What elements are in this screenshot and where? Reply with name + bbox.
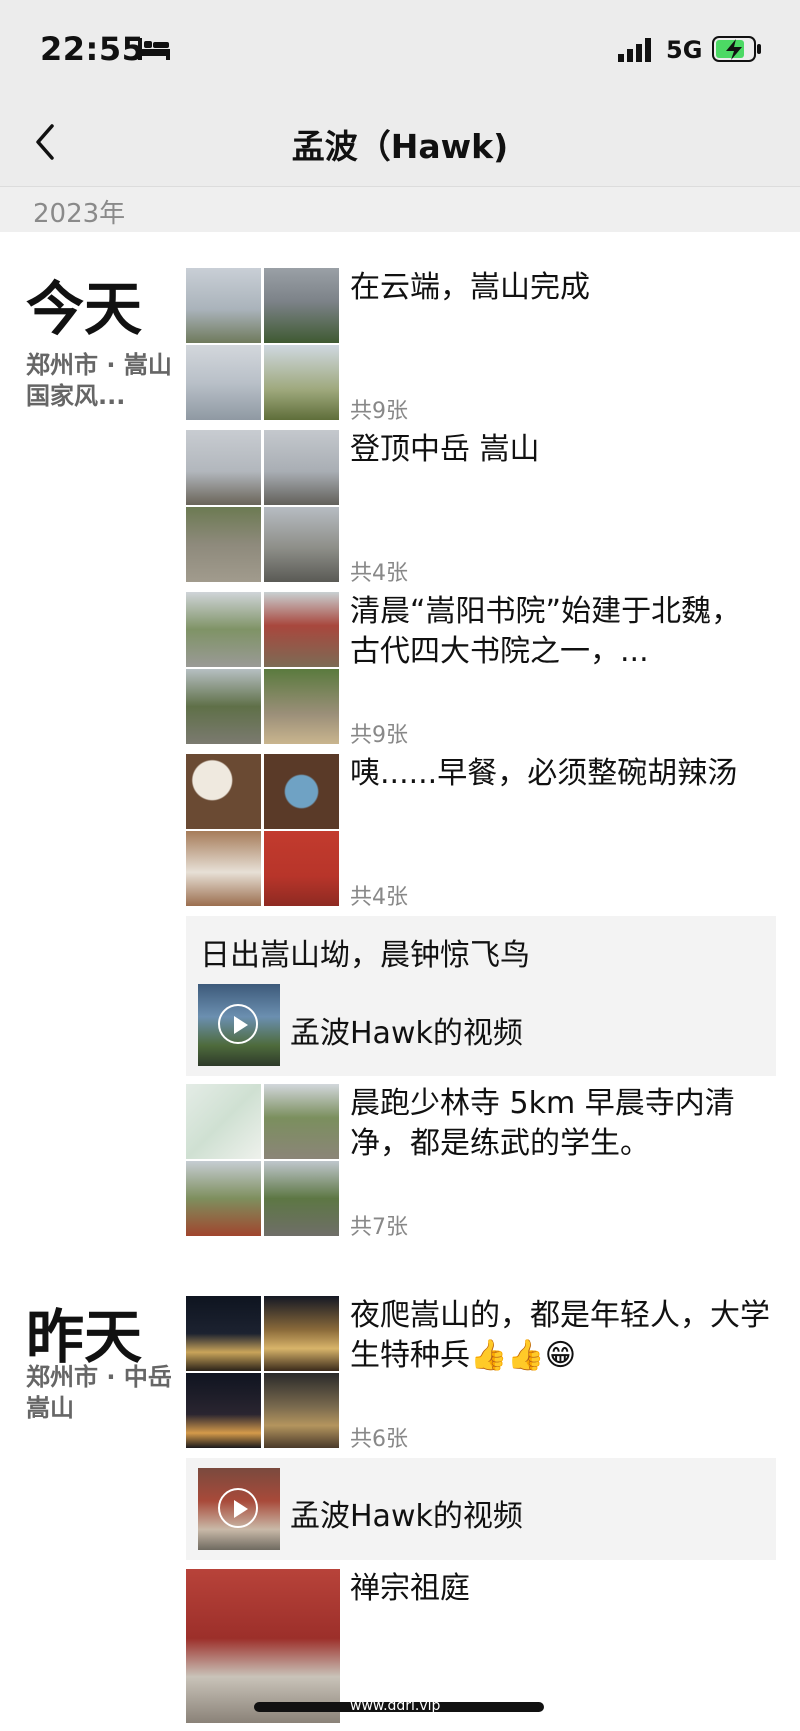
photo-thumbnail[interactable] <box>264 1373 339 1448</box>
video-post[interactable]: 孟波Hawk的视频 <box>186 1458 776 1560</box>
moment-post[interactable]: 禅宗祖庭 <box>186 1569 776 1723</box>
year-label: 2023年 <box>33 199 126 229</box>
photo-thumbnail[interactable] <box>264 345 339 420</box>
photo-thumbnail[interactable] <box>186 1373 261 1448</box>
photo-thumbnail[interactable] <box>186 507 261 582</box>
video-label: 孟波Hawk的视频 <box>290 1016 523 1051</box>
location-today: 郑州市 · 嵩山国家风... <box>26 351 172 410</box>
year-header: 2023年 <box>0 187 800 232</box>
moment-post[interactable]: 咦......早餐，必须整碗胡辣汤 共4张 <box>186 754 776 910</box>
photo-thumbnail[interactable] <box>186 268 261 343</box>
photo-count: 共4张 <box>350 561 408 586</box>
watermark-text: www.ddri.vip <box>350 1698 441 1714</box>
photo-thumbnail[interactable] <box>264 1161 339 1236</box>
photo-thumbnail[interactable] <box>186 669 261 744</box>
map-thumbnail[interactable] <box>186 1084 261 1159</box>
battery-charging-icon <box>712 36 762 66</box>
video-caption: 日出嵩山坳，晨钟惊飞鸟 <box>200 938 530 973</box>
post-text: 禅宗祖庭 <box>350 1571 470 1606</box>
photo-thumbnail[interactable] <box>186 430 261 505</box>
video-thumbnail[interactable] <box>198 984 280 1066</box>
photo-count: 共6张 <box>350 1427 408 1452</box>
video-post[interactable]: 日出嵩山坳，晨钟惊飞鸟 孟波Hawk的视频 <box>186 916 776 1076</box>
post-text: 夜爬嵩山的，都是年轻人，大学生特种兵👍👍😁 <box>350 1298 770 1373</box>
photo-grid[interactable] <box>186 754 341 908</box>
photo-thumbnail[interactable] <box>264 831 339 906</box>
day-label-today: 今天 <box>26 275 143 343</box>
location-yesterday: 郑州市 · 中岳嵩山 <box>26 1363 172 1422</box>
photo-count: 共7张 <box>350 1215 408 1240</box>
photo-thumbnail[interactable] <box>264 669 339 744</box>
photo-grid[interactable] <box>186 1084 341 1238</box>
photo-thumbnail[interactable] <box>264 1296 339 1371</box>
photo-count: 共9张 <box>350 723 408 748</box>
photo-thumbnail[interactable] <box>186 1161 261 1236</box>
moment-post[interactable]: 夜爬嵩山的，都是年轻人，大学生特种兵👍👍😁 共6张 <box>186 1296 776 1452</box>
status-bar: 22:55 5G <box>0 0 800 100</box>
post-text: 登顶中岳 嵩山 <box>350 432 540 467</box>
photo-thumbnail[interactable] <box>264 507 339 582</box>
photo-thumbnail[interactable] <box>186 345 261 420</box>
moment-post[interactable]: 清晨“嵩阳书院”始建于北魏，古代四大书院之一，... 共9张 <box>186 592 776 748</box>
moment-post[interactable]: 在云端，嵩山完成 共9张 <box>186 268 776 424</box>
photo-count: 共4张 <box>350 885 408 910</box>
status-time: 22:55 <box>40 30 145 68</box>
photo-thumbnail[interactable] <box>186 831 261 906</box>
nav-bar: 孟波（Hawk) <box>0 100 800 187</box>
photo-count: 共9张 <box>350 399 408 424</box>
play-icon[interactable] <box>218 1004 258 1044</box>
cellular-signal-icon <box>618 38 654 66</box>
network-type: 5G <box>666 36 703 64</box>
sleep-mode-icon <box>138 38 170 64</box>
photo-thumbnail[interactable] <box>186 1569 340 1723</box>
page-title: 孟波（Hawk) <box>291 127 509 166</box>
moment-post[interactable]: 晨跑少林寺 5km 早晨寺内清净，都是练武的学生。 共7张 <box>186 1084 776 1240</box>
post-text: 咦......早餐，必须整碗胡辣汤 <box>350 756 738 791</box>
post-text: 晨跑少林寺 5km 早晨寺内清净，都是练武的学生。 <box>350 1086 735 1161</box>
photo-thumbnail[interactable] <box>264 754 339 829</box>
photo-thumbnail[interactable] <box>186 754 261 829</box>
photo-grid[interactable] <box>186 430 341 584</box>
photo-grid[interactable] <box>186 1296 341 1450</box>
photo-thumbnail[interactable] <box>264 1084 339 1159</box>
play-icon[interactable] <box>218 1488 258 1528</box>
post-text: 清晨“嵩阳书院”始建于北魏，古代四大书院之一，... <box>350 594 742 669</box>
video-label: 孟波Hawk的视频 <box>290 1499 523 1534</box>
photo-thumbnail[interactable] <box>264 268 339 343</box>
moment-post[interactable]: 登顶中岳 嵩山 共4张 <box>186 430 776 586</box>
photo-thumbnail[interactable] <box>186 592 261 667</box>
photo-grid[interactable] <box>186 268 341 422</box>
photo-thumbnail[interactable] <box>186 1296 261 1371</box>
video-thumbnail[interactable] <box>198 1468 280 1550</box>
post-text: 在云端，嵩山完成 <box>350 270 590 305</box>
photo-grid[interactable] <box>186 592 341 746</box>
photo-thumbnail[interactable] <box>264 430 339 505</box>
photo-thumbnail[interactable] <box>264 592 339 667</box>
